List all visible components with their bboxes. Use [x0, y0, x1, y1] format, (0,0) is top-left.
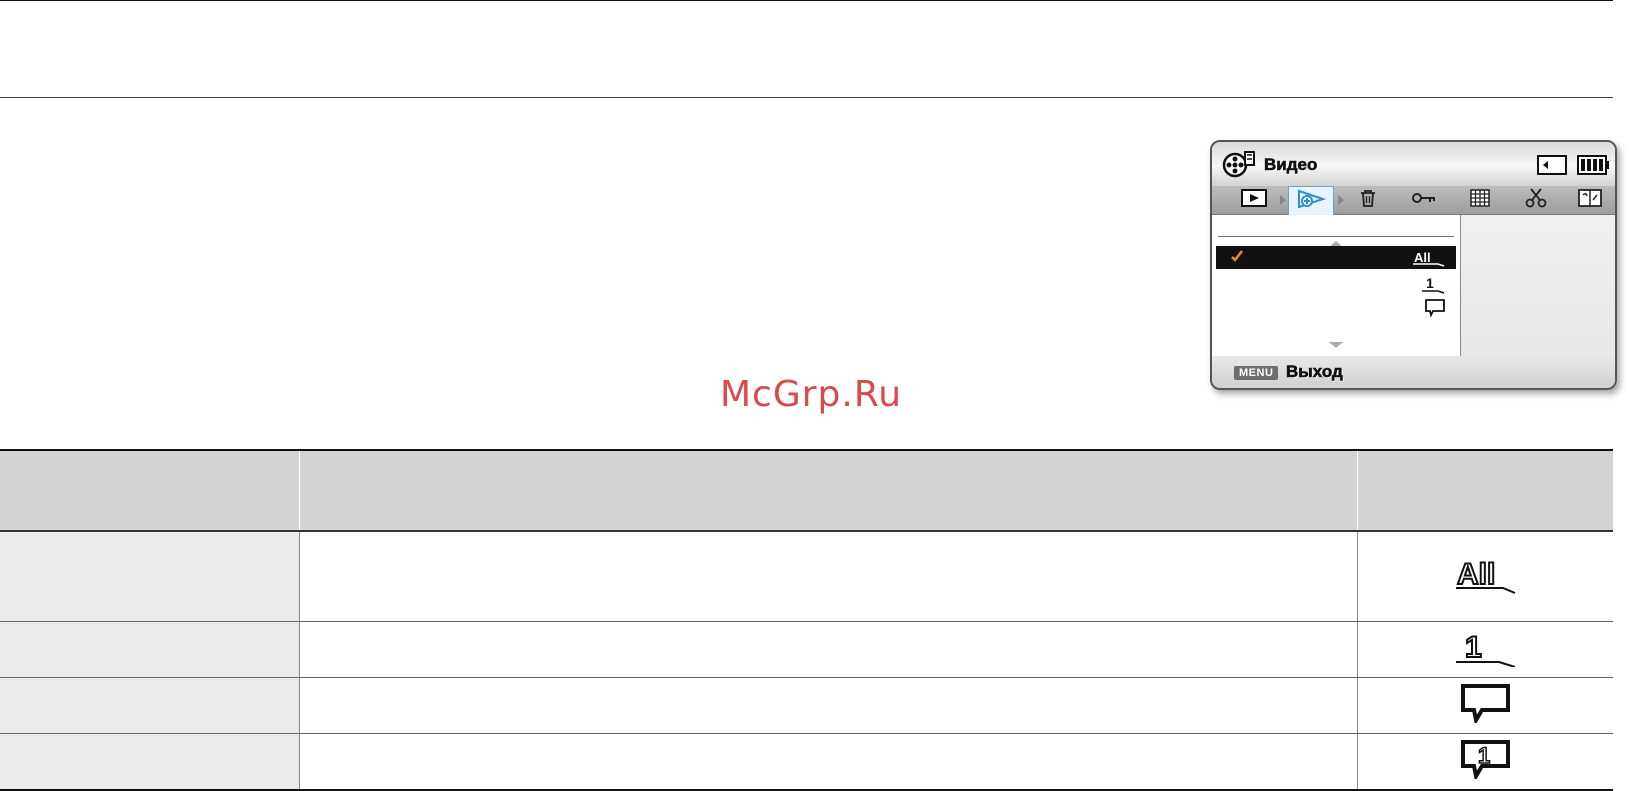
table-row: 1 [0, 622, 1613, 677]
battery-icon [1577, 155, 1609, 180]
tab-play[interactable] [1232, 188, 1276, 212]
scissors-icon [1525, 187, 1547, 213]
scroll-down-icon[interactable] [1329, 342, 1343, 348]
book-icon [1578, 188, 1602, 213]
row-icon-cell: All [1357, 532, 1613, 621]
memory-card-icon [1537, 155, 1567, 180]
tab-grid[interactable] [1458, 188, 1502, 212]
speech-box-icon [1460, 683, 1512, 728]
tab-book[interactable] [1568, 188, 1612, 212]
menu-item-all[interactable]: All [1216, 246, 1456, 269]
lcd-tab-bar [1212, 186, 1615, 215]
row-speech-one-label: 1 [1478, 743, 1490, 768]
row-single-icon-label: 1 [1465, 631, 1482, 664]
row-item-cell [0, 622, 299, 677]
protect-share-icon [1295, 188, 1327, 215]
table-row [0, 678, 1613, 733]
tab-separator [1280, 195, 1286, 205]
row-item-cell [0, 678, 299, 733]
lcd-title: Видео [1264, 155, 1318, 175]
submenu-divider [1218, 236, 1454, 237]
row-item-cell [0, 734, 299, 789]
check-icon [1230, 249, 1244, 268]
tab-delete[interactable] [1346, 188, 1390, 212]
tab-key[interactable] [1402, 188, 1446, 212]
row-description-cell [299, 532, 1357, 621]
key-icon [1411, 191, 1437, 210]
trash-icon [1358, 188, 1378, 213]
menu-item-slideshow[interactable] [1216, 295, 1456, 318]
lcd-title-bar: Видео [1212, 142, 1615, 186]
row-item-cell [0, 532, 299, 621]
table-header-row [0, 451, 1613, 530]
all-select-icon: All [1455, 554, 1517, 599]
lcd-submenu-panel: All 1 [1212, 215, 1461, 357]
tab-protect-share[interactable] [1288, 186, 1334, 215]
menu-item-single-label: 1 [1426, 275, 1434, 291]
menu-item-all-label: All [1414, 250, 1431, 265]
tab-edit[interactable] [1514, 187, 1558, 213]
row-icon-cell: 1 [1357, 734, 1613, 789]
video-mode-icon [1222, 150, 1258, 183]
header-rule [0, 97, 1613, 98]
single-select-icon: 1 [1455, 627, 1517, 672]
table-row: 1 [0, 734, 1613, 789]
row-all-icon-label: All [1457, 558, 1495, 591]
top-rule [0, 0, 1613, 1]
lcd-footer: MENU Выход [1212, 356, 1615, 388]
camera-lcd-screen: Видео All 1 MENU Выход [1210, 140, 1617, 390]
all-select-icon: All [1412, 249, 1446, 272]
table-row: All [0, 532, 1613, 621]
row-icon-cell: 1 [1357, 622, 1613, 677]
header-cell-description [299, 451, 1357, 530]
play-icon [1241, 188, 1267, 212]
menu-key-badge[interactable]: MENU [1234, 366, 1279, 380]
exit-label: Выход [1286, 362, 1343, 382]
row-description-cell [299, 622, 1357, 677]
speech-box-icon [1424, 298, 1446, 323]
header-cell-icon [1357, 451, 1613, 530]
tab-separator [1338, 195, 1344, 205]
row-icon-cell [1357, 678, 1613, 733]
header-cell-item [0, 451, 299, 530]
grid-icon [1470, 188, 1490, 212]
row-description-cell [299, 734, 1357, 789]
menu-item-single[interactable]: 1 [1216, 271, 1456, 294]
row-description-cell [299, 678, 1357, 733]
watermark: McGrp.Ru [720, 374, 903, 415]
speech-box-one-icon: 1 [1460, 739, 1512, 784]
